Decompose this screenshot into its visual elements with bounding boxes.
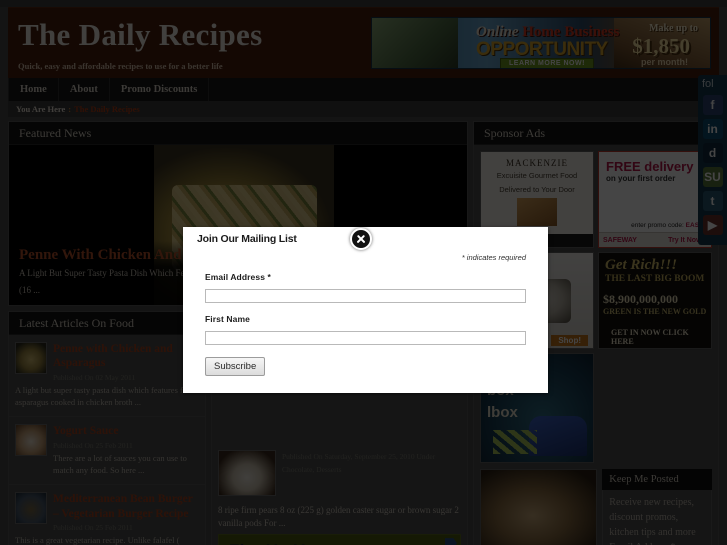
- breadcrumb-prefix: You Are Here: [16, 104, 66, 114]
- recipe-photo[interactable]: [480, 469, 598, 545]
- ad-safeway-promo-prefix: enter promo code:: [631, 222, 684, 229]
- latest-articles-panel: Latest Articles On Food Penne with Chick…: [8, 311, 206, 545]
- stumbleupon-icon[interactable]: SU: [702, 167, 723, 187]
- article-date: Published On 02 May 2011: [53, 372, 136, 382]
- nav-item-about[interactable]: About: [59, 78, 110, 101]
- article-thumbnail: [15, 492, 47, 525]
- article-date: Published On 25 Feb 2011: [53, 440, 133, 450]
- social-rail: fol f in d SU t ▶: [698, 75, 727, 245]
- article-thumbnail: [15, 424, 47, 457]
- ad-getrich-headline: Get Rich!!!: [605, 257, 678, 273]
- first-name-field[interactable]: [205, 331, 526, 345]
- mailbox-icon: [529, 416, 587, 456]
- banner-makeup-text: Make up to: [649, 23, 698, 34]
- ad-getrich[interactable]: Get Rich!!! THE LAST BIG BOOM $8,900,000…: [598, 252, 712, 349]
- banner-price: $1,850: [632, 34, 690, 58]
- keep-me-posted-heading: Keep Me Posted: [602, 469, 712, 490]
- ad-mackenzie-tagline-1: Excuisite Gourmet Food: [496, 171, 578, 180]
- sponsor-ads-heading: Sponsor Ads: [474, 122, 718, 145]
- mid-article-categories[interactable]: Chocolate, Desserts: [282, 465, 461, 476]
- nav-item-promo-discounts[interactable]: Promo Discounts: [110, 78, 210, 101]
- banner-line1: Home Business: [522, 24, 620, 40]
- site-header: The Daily Recipes Quick, easy and afford…: [8, 7, 719, 78]
- breadcrumb-current[interactable]: The Daily Recipes: [74, 104, 140, 114]
- email-field-label: Email Address *: [205, 272, 271, 282]
- culinary-ad-line1: Fire Up Your: [229, 541, 332, 545]
- twitter-icon[interactable]: t: [702, 191, 723, 211]
- sidebar-bottom-row: Keep Me Posted Receive new recipes, disc…: [474, 469, 718, 545]
- article-excerpt: A light but super tasty pasta dish which…: [15, 384, 198, 408]
- mid-article[interactable]: Published On Saturday, September 25, 201…: [212, 444, 467, 502]
- ad-mackenzie-tagline-2: Delivered to Your Door: [499, 184, 575, 194]
- keep-me-posted-widget: Keep Me Posted Receive new recipes, disc…: [602, 469, 712, 545]
- ad-safeway-bar: SAFEWAY Try It Now ▸: [599, 232, 711, 247]
- main-nav: Home About Promo Discounts: [8, 78, 719, 101]
- mailing-list-modal: Join Our Mailing List * indicates requir…: [183, 227, 548, 393]
- keep-me-posted-text: Receive new recipes, discount promos, ki…: [609, 497, 696, 538]
- top-strip: [0, 0, 727, 7]
- ad-getrich-amount: $8,900,000,000: [603, 292, 678, 306]
- ad-mackenzie-image: [517, 198, 557, 226]
- page-root: The Daily Recipes Quick, easy and afford…: [0, 0, 727, 545]
- article-title[interactable]: Penne with Chicken and Asparagus: [53, 342, 199, 371]
- ad-safeway-promo: enter promo code: EASY7: [631, 222, 707, 229]
- ad-getrich-green: GREEN IS THE NEW GOLD: [603, 307, 707, 316]
- banner-script-word: Online: [476, 24, 519, 40]
- ad-cooking-cta[interactable]: Shop!: [551, 335, 588, 346]
- ad-getrich-subhead: THE LAST BIG BOOM: [605, 274, 705, 284]
- social-follow-label: fol: [702, 78, 714, 90]
- linkedin-icon[interactable]: in: [702, 119, 723, 139]
- breadcrumb: You Are Here : The Daily Recipes: [8, 101, 719, 117]
- article-title[interactable]: Yogurt Sauce: [53, 424, 199, 438]
- first-name-field-label: First Name: [205, 314, 250, 324]
- ad-safeway[interactable]: FREE delivery on your first order enter …: [598, 151, 712, 248]
- nav-item-home[interactable]: Home: [8, 78, 59, 101]
- ad-safeway-brand: SAFEWAY: [603, 236, 637, 244]
- digg-icon[interactable]: d: [702, 143, 723, 163]
- banner-left-image: [372, 18, 458, 68]
- culinary-career-ad[interactable]: Fire Up Your Culinary Career: [218, 534, 461, 545]
- modal-title: Join Our Mailing List: [183, 227, 311, 250]
- mid-article-text: 8 ripe firm pears 8 oz (225 g) golden ca…: [218, 505, 459, 529]
- email-field[interactable]: [205, 289, 526, 303]
- article-title[interactable]: Mediterranean Bean Burger – Vegetarian B…: [53, 492, 199, 521]
- ad-safeway-sub: on your first order: [606, 174, 676, 183]
- list-item[interactable]: Mediterranean Bean Burger – Vegetarian B…: [9, 485, 205, 545]
- ad-safeway-headline: FREE delivery: [606, 159, 694, 174]
- article-excerpt: There are a lot of sauces you can use to…: [53, 452, 187, 476]
- article-date: Published On 25 Feb 2011: [53, 523, 133, 533]
- article-excerpt: This is a great vegetarian recipe. Unlik…: [15, 535, 180, 545]
- ad-getrich-cta[interactable]: GET IN NOW CLICK HERE: [611, 328, 711, 346]
- youtube-icon[interactable]: ▶: [702, 215, 723, 235]
- article-thumbnail: [15, 342, 47, 374]
- breadcrumb-separator: :: [68, 104, 72, 114]
- header-banner-ad[interactable]: Online Home Business OPPORTUNITY LEARN M…: [371, 17, 711, 69]
- banner-permonth: per month!: [641, 57, 688, 67]
- mid-article-thumbnail: [218, 450, 276, 496]
- featured-news-heading: Featured News: [9, 122, 467, 145]
- cash-icon: [493, 430, 537, 454]
- latest-articles-heading: Latest Articles On Food: [9, 312, 205, 335]
- facebook-icon[interactable]: f: [702, 95, 723, 115]
- ad-choices-icon[interactable]: [445, 538, 457, 545]
- subscribe-button[interactable]: Subscribe: [205, 357, 266, 376]
- mid-article-meta: Published On Saturday, September 25, 201…: [282, 452, 436, 461]
- close-icon[interactable]: [350, 228, 372, 250]
- list-item[interactable]: Penne with Chicken and Asparagus Publish…: [9, 335, 205, 418]
- ad-mackenzie-brand: MACKENZIE: [506, 158, 568, 168]
- required-note: * indicates required: [461, 253, 526, 262]
- list-item[interactable]: Yogurt Sauce Published On 25 Feb 2011 Th…: [9, 417, 205, 486]
- banner-cta[interactable]: LEARN MORE NOW!: [500, 58, 594, 68]
